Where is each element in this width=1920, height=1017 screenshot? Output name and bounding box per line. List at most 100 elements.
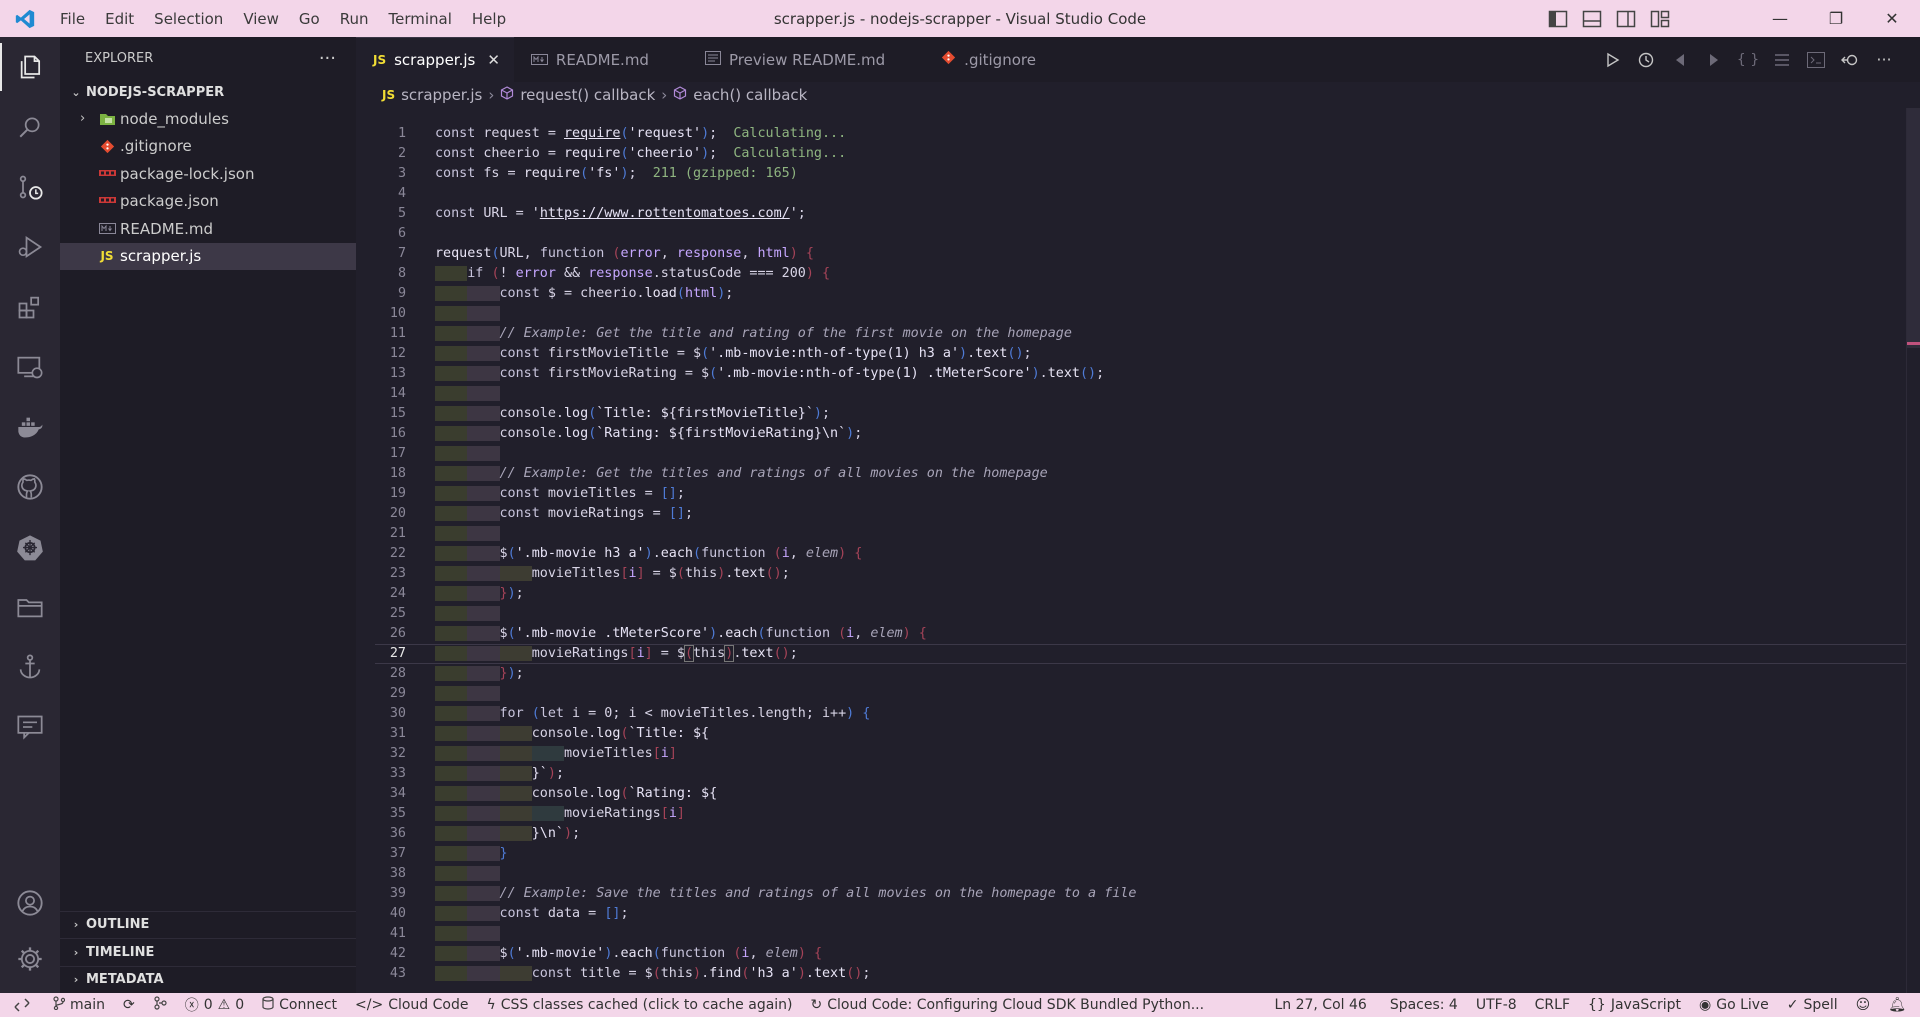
code-editor[interactable]: 1 2 3 4 5 6 7 8 9 10 11 12 13 14 15 16 17 18 19 20 21 22 23 24 2… — [356, 108, 1920, 993]
close-tab-icon[interactable]: ✕ — [487, 51, 500, 69]
breadcrumb-symbol[interactable]: each() callback — [693, 86, 807, 104]
restore-icon[interactable]: ❐ — [1808, 0, 1864, 37]
language-mode[interactable]: {} JavaScript — [1579, 997, 1690, 1013]
breadcrumb-file[interactable]: scrapper.js — [401, 86, 482, 104]
problems-indicator[interactable]: ⓧ 0 ⚠ 0 — [176, 995, 253, 1015]
folder-icon[interactable] — [0, 583, 60, 631]
menu-run[interactable]: Run — [330, 10, 379, 28]
next-change-icon[interactable] — [1702, 48, 1726, 72]
timeline-section[interactable]: › TIMELINE — [60, 938, 356, 966]
outline-section[interactable]: › OUTLINE — [60, 910, 356, 939]
tree-item-package-json[interactable]: package.json — [60, 188, 356, 216]
minimize-icon[interactable]: — — [1752, 0, 1808, 37]
tab-readme[interactable]: README.md — [514, 37, 663, 82]
open-changes-icon[interactable] — [1838, 48, 1862, 72]
history-icon[interactable] — [1634, 48, 1658, 72]
go-live-button[interactable]: ◉ Go Live — [1690, 997, 1778, 1013]
notifications-button[interactable]: 🔔︎ — [1879, 997, 1920, 1013]
docker-icon[interactable] — [0, 403, 60, 451]
metadata-section[interactable]: › METADATA — [60, 965, 356, 994]
code-line: }`); — [435, 764, 1900, 784]
extensions-icon[interactable] — [0, 283, 60, 331]
cloud-code-button[interactable]: </> Cloud Code — [346, 997, 477, 1013]
menu-terminal[interactable]: Terminal — [379, 10, 462, 28]
feedback-button[interactable]: ☺ — [1847, 997, 1880, 1013]
menu-edit[interactable]: Edit — [95, 10, 144, 28]
toggle-secondary-sidebar-icon[interactable] — [1616, 10, 1636, 28]
scrollbar-thumb[interactable] — [1907, 108, 1920, 348]
cloud-status[interactable]: ↻ Cloud Code: Configuring Cloud SDK Bund… — [802, 997, 1214, 1013]
line-number: 2 — [397, 146, 406, 161]
tree-item-node-modules[interactable]: › node_modules — [60, 105, 356, 133]
javascript-file-icon: JS — [382, 88, 396, 102]
tab-preview-readme[interactable]: Preview README.md — [663, 37, 899, 82]
tree-item-scrapper-js[interactable]: JS scrapper.js — [60, 242, 356, 270]
line-number: 37 — [389, 846, 406, 861]
connect-button[interactable]: Connect — [253, 996, 346, 1014]
list-icon[interactable] — [1770, 48, 1794, 72]
bell-icon: 🔔︎ — [1888, 997, 1906, 1013]
menu-file[interactable]: File — [50, 10, 95, 28]
code-line: for (let i = 0; i < movieTitles.length; … — [435, 704, 1900, 724]
tree-item-package-lock[interactable]: package-lock.json — [60, 160, 356, 188]
tab-scrapper-js[interactable]: JS scrapper.js ✕ — [356, 37, 514, 82]
tab-gitignore[interactable]: .gitignore — [899, 37, 1050, 82]
menu-go[interactable]: Go — [289, 10, 330, 28]
end-of-line[interactable]: CRLF — [1526, 997, 1579, 1013]
broadcast-icon: ◉ — [1699, 997, 1712, 1013]
spell-button[interactable]: ✓ Spell — [1778, 997, 1847, 1013]
braces-icon[interactable]: { } — [1736, 48, 1760, 72]
line-number: 9 — [397, 286, 406, 301]
code-line: const data = []; — [435, 904, 1900, 924]
line-number: 3 — [397, 166, 406, 181]
editor-scrollbar[interactable] — [1906, 108, 1920, 993]
menu-selection[interactable]: Selection — [144, 10, 233, 28]
css-cache-button[interactable]: ϟ CSS classes cached (click to cache aga… — [477, 997, 801, 1013]
cloud-code-label: Cloud Code — [388, 997, 469, 1013]
error-icon: ⓧ — [184, 998, 199, 1014]
line-number: 42 — [389, 946, 406, 961]
github-icon[interactable] — [0, 463, 60, 511]
run-debug-icon[interactable] — [0, 223, 60, 271]
line-number: 10 — [389, 306, 406, 321]
run-icon[interactable] — [1600, 48, 1624, 72]
cursor-position[interactable]: Ln 27, Col 46 — [1265, 997, 1375, 1013]
breadcrumb-symbol[interactable]: request() callback — [520, 86, 655, 104]
terminal-icon[interactable] — [1804, 48, 1828, 72]
code-line: const movieRatings = []; — [435, 504, 1900, 524]
toggle-panel-icon[interactable] — [1582, 10, 1602, 28]
settings-gear-icon[interactable] — [0, 935, 60, 983]
source-control-icon[interactable] — [0, 163, 60, 211]
line-number: 40 — [389, 906, 406, 921]
more-actions-icon[interactable]: ··· — [1872, 48, 1896, 72]
anchor-icon[interactable] — [0, 643, 60, 691]
code-line: const title = $(this).find('h3 a').text(… — [435, 964, 1900, 984]
remote-explorer-icon[interactable] — [0, 343, 60, 391]
menu-view[interactable]: View — [233, 10, 289, 28]
line-number: 14 — [389, 386, 406, 401]
more-actions-icon[interactable]: ··· — [319, 48, 336, 69]
search-icon[interactable] — [0, 103, 60, 151]
tree-item-gitignore[interactable]: .gitignore — [60, 133, 356, 161]
kubernetes-icon[interactable] — [0, 523, 60, 571]
remote-indicator-icon[interactable] — [0, 993, 44, 1017]
braces-icon: {} — [1588, 997, 1606, 1013]
project-section[interactable]: ⌄ NODEJS-SCRAPPER — [60, 79, 356, 105]
account-icon[interactable] — [0, 879, 60, 927]
code-content[interactable]: const request = require('request'); Calc… — [375, 124, 1910, 984]
close-icon[interactable]: ✕ — [1864, 0, 1920, 37]
encoding[interactable]: UTF-8 — [1467, 997, 1526, 1013]
lightning-icon: ϟ — [486, 997, 496, 1013]
indentation[interactable]: Spaces: 4 — [1376, 997, 1467, 1013]
git-graph-button[interactable] — [144, 996, 176, 1014]
customize-layout-icon[interactable] — [1650, 10, 1670, 28]
git-branch[interactable]: main — [44, 996, 114, 1014]
sync-button[interactable]: ⟳ — [114, 997, 144, 1013]
tree-item-readme[interactable]: README.md — [60, 215, 356, 243]
previous-change-icon[interactable] — [1668, 48, 1692, 72]
comments-icon[interactable] — [0, 703, 60, 751]
toggle-primary-sidebar-icon[interactable] — [1548, 10, 1568, 28]
menu-help[interactable]: Help — [462, 10, 516, 28]
code-line — [435, 684, 1900, 704]
explorer-icon[interactable] — [0, 43, 60, 91]
